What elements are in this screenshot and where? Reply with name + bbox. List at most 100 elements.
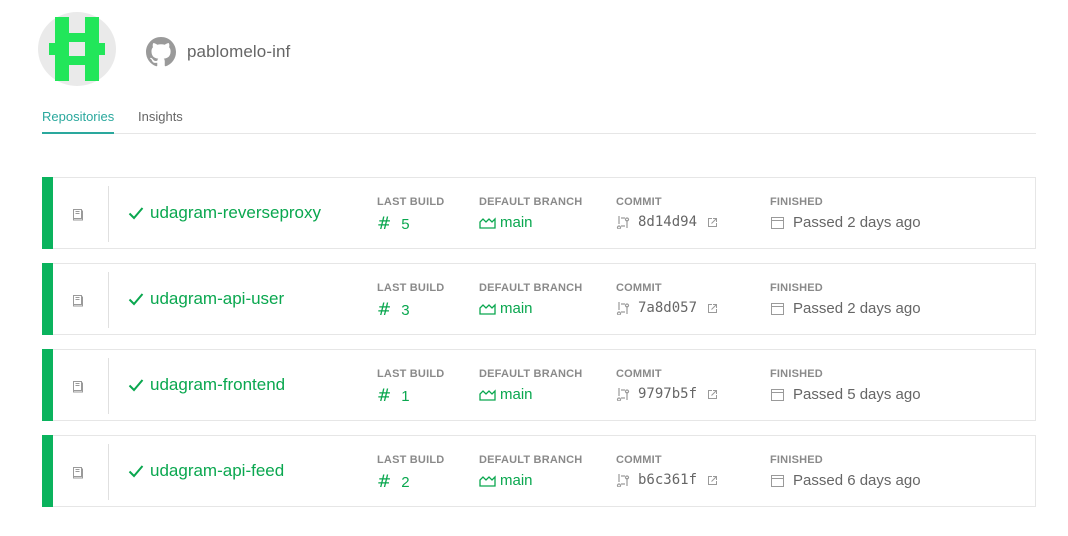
- repo-card: udagram-frontend LAST BUILD # 1 DEFAULT …: [42, 349, 1036, 421]
- last-build-column: LAST BUILD # 1: [377, 368, 444, 406]
- last-build-column: LAST BUILD # 2: [377, 454, 444, 492]
- status-bar: [42, 177, 53, 249]
- last-build-link[interactable]: # 1: [377, 386, 444, 406]
- repo-book-icon: [73, 467, 83, 479]
- last-build-link[interactable]: # 2: [377, 472, 444, 492]
- build-number: 5: [401, 215, 410, 233]
- commit-row: 9797b5f: [616, 386, 718, 402]
- finished-label: FINISHED: [770, 454, 823, 466]
- commit-sha[interactable]: 7a8d057: [638, 300, 697, 316]
- last-build-label: LAST BUILD: [377, 368, 445, 380]
- last-build-label: LAST BUILD: [377, 282, 445, 294]
- repo-name: udagram-reverseproxy: [150, 203, 322, 222]
- finished-row: Passed 2 days ago: [770, 300, 921, 317]
- build-number: 1: [401, 387, 410, 405]
- repo-book-icon: [73, 381, 83, 393]
- commit-label: COMMIT: [616, 196, 662, 208]
- owner-header: pablomelo-inf: [146, 36, 290, 68]
- tab-insights[interactable]: Insights: [138, 109, 183, 124]
- branch-name: main: [500, 472, 533, 489]
- divider: [108, 186, 109, 242]
- last-build-label: LAST BUILD: [377, 454, 445, 466]
- finished-label: FINISHED: [770, 282, 823, 294]
- hash-icon: #: [377, 386, 392, 406]
- avatar[interactable]: [38, 12, 116, 86]
- finished-row: Passed 5 days ago: [770, 386, 921, 403]
- branch-icon: [479, 388, 496, 401]
- branch-link[interactable]: main: [479, 386, 582, 403]
- last-build-link[interactable]: # 5: [377, 214, 444, 234]
- branch-name: main: [500, 214, 533, 231]
- repo-book-icon: [73, 295, 83, 307]
- last-build-column: LAST BUILD # 5: [377, 196, 444, 234]
- default-branch-column: DEFAULT BRANCH main: [479, 196, 582, 231]
- repo-card: udagram-api-feed LAST BUILD # 2 DEFAULT …: [42, 435, 1036, 507]
- repo-link[interactable]: udagram-api-user: [128, 289, 284, 309]
- commit-sha[interactable]: b6c361f: [638, 472, 697, 488]
- repo-link[interactable]: udagram-frontend: [128, 375, 285, 395]
- commit-icon: [616, 302, 630, 315]
- default-branch-column: DEFAULT BRANCH main: [479, 282, 582, 317]
- tab-repositories[interactable]: Repositories: [42, 109, 114, 124]
- default-branch-label: DEFAULT BRANCH: [479, 454, 583, 466]
- commit-icon: [616, 474, 630, 487]
- commit-column: COMMIT 8d14d94: [616, 196, 718, 230]
- default-branch-column: DEFAULT BRANCH main: [479, 454, 582, 489]
- repo-name: udagram-api-user: [150, 289, 285, 308]
- default-branch-label: DEFAULT BRANCH: [479, 282, 583, 294]
- calendar-icon: [771, 389, 784, 401]
- commit-sha[interactable]: 8d14d94: [638, 214, 697, 230]
- branch-name: main: [500, 386, 533, 403]
- check-icon: [128, 465, 144, 478]
- finished-label: FINISHED: [770, 368, 823, 380]
- github-icon[interactable]: [146, 37, 176, 67]
- external-link-icon[interactable]: [707, 217, 718, 228]
- external-link-icon[interactable]: [707, 303, 718, 314]
- branch-name: main: [500, 300, 533, 317]
- repo-link[interactable]: udagram-reverseproxy: [128, 203, 321, 223]
- finished-column: FINISHED Passed 5 days ago: [770, 368, 921, 403]
- check-icon: [128, 379, 144, 392]
- hash-icon: #: [377, 300, 392, 320]
- commit-column: COMMIT 9797b5f: [616, 368, 718, 402]
- check-icon: [128, 293, 144, 306]
- owner-logo-icon: [49, 17, 105, 81]
- commit-column: COMMIT 7a8d057: [616, 282, 718, 316]
- external-link-icon[interactable]: [707, 475, 718, 486]
- owner-name: pablomelo-inf: [187, 42, 291, 61]
- commit-row: 7a8d057: [616, 300, 718, 316]
- branch-link[interactable]: main: [479, 300, 582, 317]
- hash-icon: #: [377, 472, 392, 492]
- finished-row: Passed 6 days ago: [770, 472, 921, 489]
- finished-text: Passed 2 days ago: [793, 300, 921, 317]
- divider: [108, 358, 109, 414]
- finished-text: Passed 2 days ago: [793, 214, 921, 231]
- build-number: 2: [401, 473, 410, 491]
- finished-column: FINISHED Passed 6 days ago: [770, 454, 921, 489]
- finished-label: FINISHED: [770, 196, 823, 208]
- last-build-label: LAST BUILD: [377, 196, 445, 208]
- commit-sha[interactable]: 9797b5f: [638, 386, 697, 402]
- finished-text: Passed 5 days ago: [793, 386, 921, 403]
- default-branch-label: DEFAULT BRANCH: [479, 368, 583, 380]
- tab-bar: Repositories Insights: [42, 104, 1036, 134]
- branch-link[interactable]: main: [479, 472, 582, 489]
- commit-icon: [616, 388, 630, 401]
- repo-book-icon: [73, 209, 83, 221]
- repo-card: udagram-reverseproxy LAST BUILD # 5 DEFA…: [42, 177, 1036, 249]
- commit-label: COMMIT: [616, 454, 662, 466]
- calendar-icon: [771, 475, 784, 487]
- last-build-link[interactable]: # 3: [377, 300, 444, 320]
- repo-list: udagram-reverseproxy LAST BUILD # 5 DEFA…: [42, 177, 1036, 521]
- branch-icon: [479, 216, 496, 229]
- commit-row: b6c361f: [616, 472, 718, 488]
- repo-card: udagram-api-user LAST BUILD # 3 DEFAULT …: [42, 263, 1036, 335]
- repo-link[interactable]: udagram-api-feed: [128, 461, 284, 481]
- finished-column: FINISHED Passed 2 days ago: [770, 282, 921, 317]
- repo-name: udagram-frontend: [150, 375, 286, 394]
- commit-icon: [616, 216, 630, 229]
- branch-link[interactable]: main: [479, 214, 582, 231]
- branch-icon: [479, 302, 496, 315]
- finished-column: FINISHED Passed 2 days ago: [770, 196, 921, 231]
- external-link-icon[interactable]: [707, 389, 718, 400]
